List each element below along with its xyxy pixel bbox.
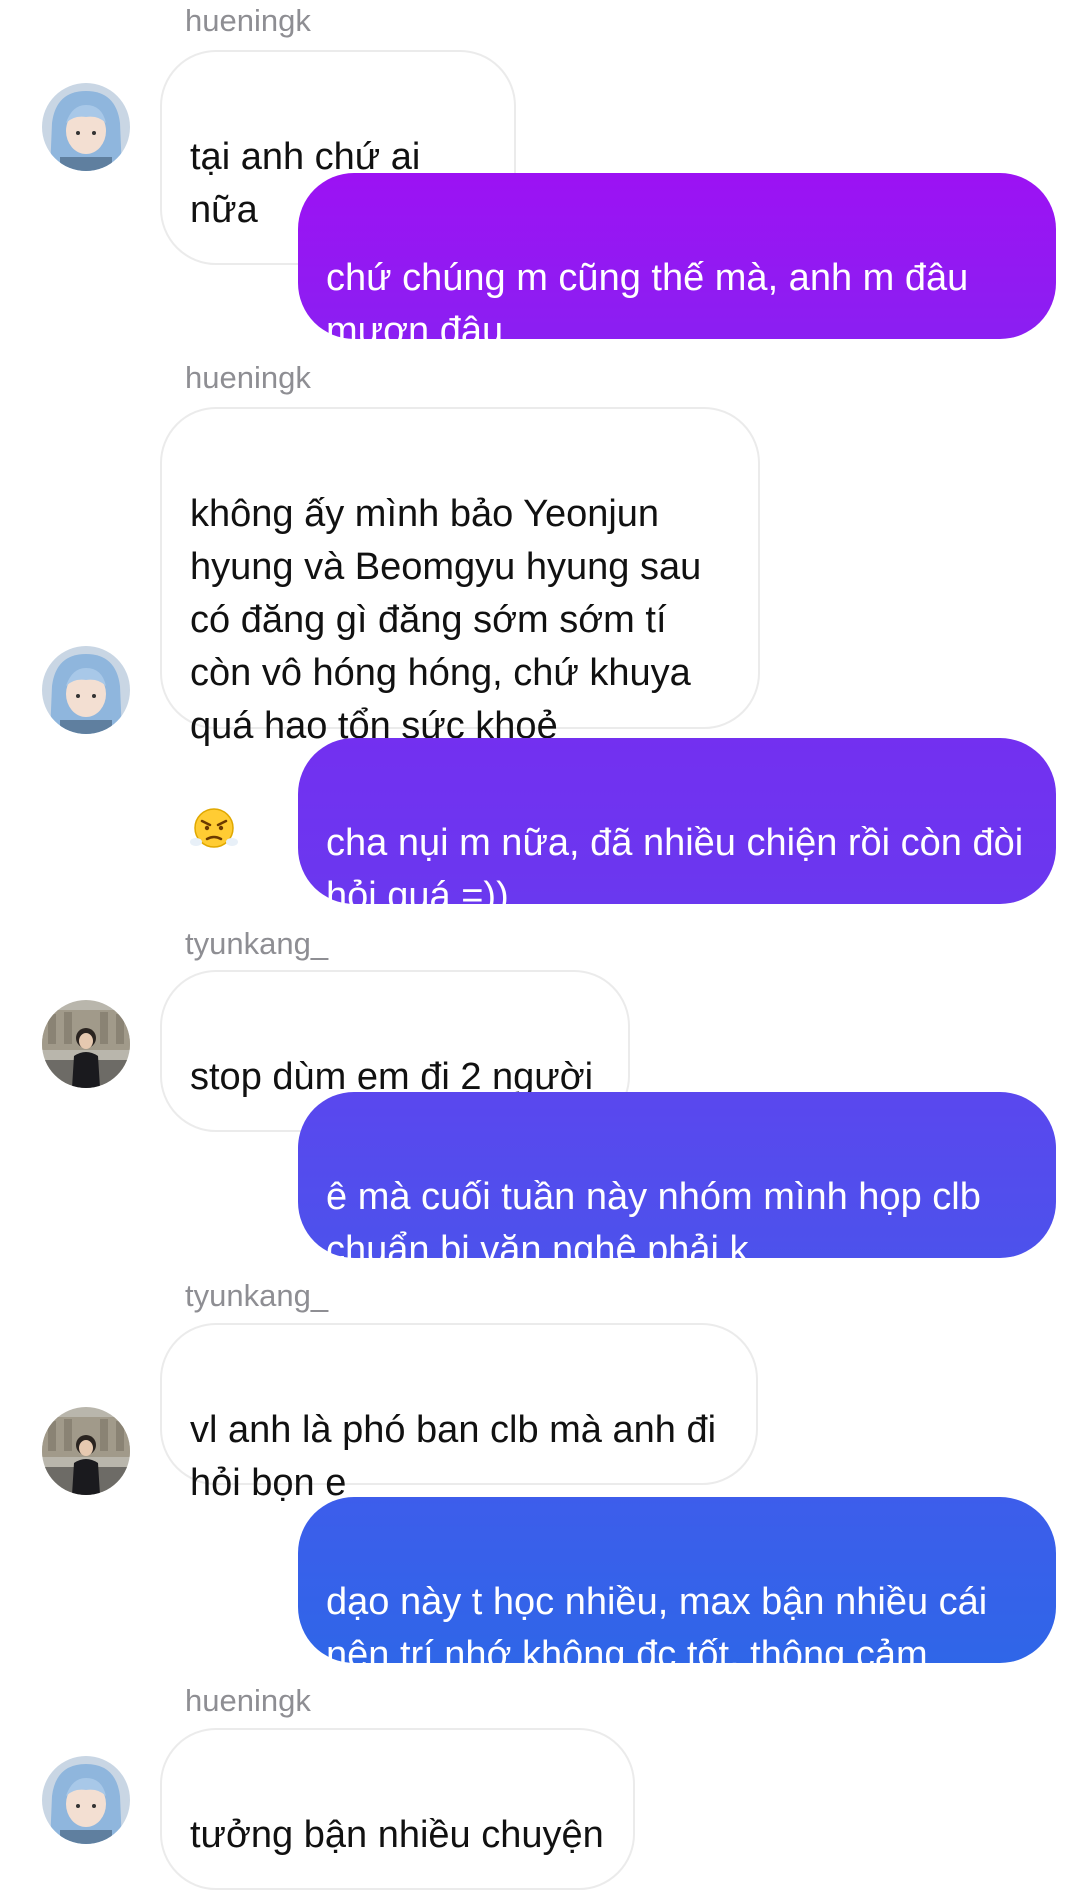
message-text: cha nụi m nữa, đã nhiều chiện rồi còn đò… [326, 822, 1024, 917]
sender-name: hueningk [185, 1683, 311, 1718]
outgoing-message-bubble[interactable]: dạo này t học nhiều, max bận nhiều cái n… [298, 1497, 1056, 1676]
outgoing-message-bubble[interactable]: chứ chúng m cũng thế mà, anh m đâu mượn … [298, 173, 1056, 454]
sender-name: hueningk [185, 3, 311, 38]
blue-hair-avatar[interactable] [42, 1756, 130, 1844]
message-text: không ấy mình bảo Yeonjun hyung và Beomg… [190, 493, 702, 747]
incoming-message-bubble[interactable]: tưởng bận nhiều chuyện [160, 1728, 635, 1890]
incoming-message-bubble[interactable]: không ấy mình bảo Yeonjun hyung và Beomg… [160, 407, 760, 848]
blue-hair-avatar[interactable] [42, 646, 130, 734]
sender-name: tyunkang_ [185, 1278, 329, 1313]
blue-hair-avatar[interactable] [42, 83, 130, 171]
incoming-message-bubble[interactable]: vl anh là phó ban clb mà anh đi hỏi bọn … [160, 1323, 758, 1504]
outgoing-message-bubble[interactable]: ê mà cuối tuần này nhóm mình họp clb chu… [298, 1092, 1056, 1271]
message-text: vl anh là phó ban clb mà anh đi hỏi bọn … [190, 1409, 717, 1504]
outgoing-message-bubble[interactable]: cha nụi m nữa, đã nhiều chiện rồi còn đò… [298, 738, 1056, 917]
message-text: ê mà cuối tuần này nhóm mình họp clb chu… [326, 1176, 981, 1271]
sender-name: hueningk [185, 360, 311, 395]
message-text: chứ chúng m cũng thế mà, anh m đâu mượn … [326, 257, 969, 352]
chat-thread: hueningk tại anh chứ ai nữa chứ chúng m … [0, 0, 1080, 1890]
man-in-city-avatar[interactable] [42, 1000, 130, 1088]
message-text: tưởng bận nhiều chuyện [190, 1814, 604, 1856]
man-in-city-avatar[interactable] [42, 1407, 130, 1495]
sender-name: tyunkang_ [185, 926, 329, 961]
steam-from-nose-face-icon [190, 753, 238, 865]
message-text: dạo này t học nhiều, max bận nhiều cái n… [326, 1581, 988, 1676]
